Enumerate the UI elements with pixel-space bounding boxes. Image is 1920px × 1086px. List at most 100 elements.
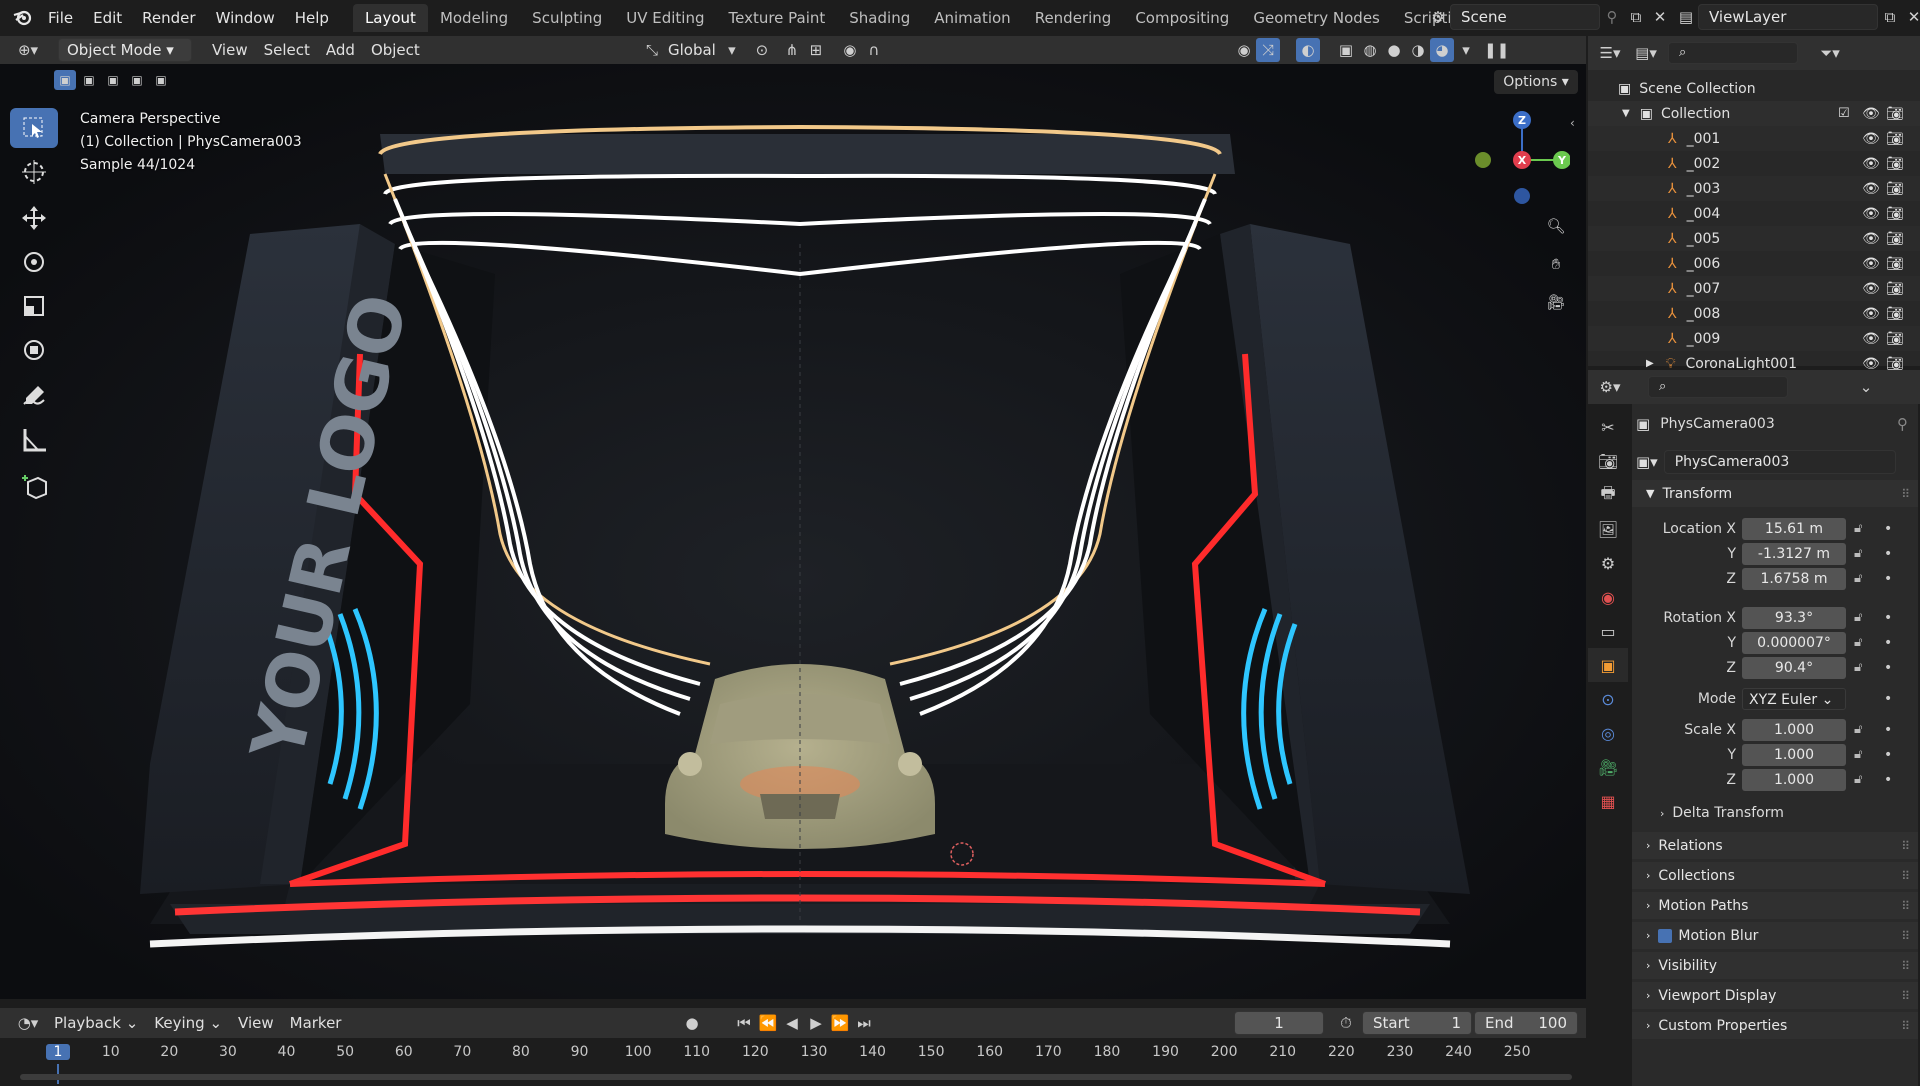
drag-handle-icon[interactable]: ⠿ [1901, 487, 1910, 501]
tab-texture-paint[interactable]: Texture Paint [716, 4, 837, 32]
overlay-toggle-icon[interactable]: ◐ [1296, 38, 1320, 62]
keyframe-dot-icon[interactable]: • [1884, 521, 1892, 537]
blender-logo-icon[interactable] [8, 6, 38, 30]
drag-handle-icon[interactable]: ⠿ [1901, 929, 1910, 943]
menu-view[interactable]: View [204, 41, 256, 59]
shading-wireframe-icon[interactable]: ◍ [1358, 38, 1382, 62]
pin-icon[interactable]: ⚲ [1600, 5, 1624, 29]
select-box-tool[interactable] [10, 108, 58, 148]
lock-icon[interactable]: 🔓︎ [1854, 772, 1862, 787]
outliner-item[interactable]: ⅄ _007 👁︎ 📷︎ [1588, 276, 1920, 301]
select-new-icon[interactable]: ▣ [54, 70, 76, 90]
frame-end-field[interactable]: End 100 [1474, 1011, 1578, 1035]
render-camera-icon[interactable]: 📷︎ [1886, 106, 1904, 122]
object-name-field[interactable]: PhysCamera003 [1663, 450, 1896, 474]
scale-z-field[interactable]: 1.000 [1742, 768, 1846, 791]
render-camera-icon[interactable]: 📷︎ [1886, 306, 1904, 322]
editor-type-icon[interactable]: ⊕▾ [10, 38, 46, 62]
prev-keyframe-icon[interactable]: ⏪ [756, 1011, 780, 1035]
options-dropdown[interactable]: Options ▾ [1494, 70, 1578, 94]
physics-tab-icon[interactable]: ◎ [1588, 716, 1628, 750]
drag-handle-icon[interactable]: ⠿ [1901, 869, 1910, 883]
pin-icon[interactable]: ⚲ [1897, 415, 1908, 433]
render-camera-icon[interactable]: 📷︎ [1886, 231, 1904, 247]
menu-file[interactable]: File [38, 0, 83, 36]
outliner-item[interactable]: ⅄ _001 👁︎ 📷︎ [1588, 126, 1920, 151]
visibility-eye-icon[interactable]: 👁︎ [1862, 231, 1880, 247]
timeline-ruler[interactable]: 1 10 20 30 40 50 60 70 80 90 100 110 120 130 140 150 160… [0, 1038, 1586, 1086]
render-camera-icon[interactable]: 📷︎ [1886, 156, 1904, 172]
outliner-item[interactable]: ⅄ _002 👁︎ 📷︎ [1588, 151, 1920, 176]
modifier-tab-icon[interactable]: ⊙ [1588, 682, 1628, 716]
delete-view-layer-icon[interactable]: ✕ [1902, 5, 1920, 29]
play-icon[interactable]: ▶ [804, 1011, 828, 1035]
auto-keying-icon[interactable]: ● [680, 1011, 704, 1035]
visibility-eye-icon[interactable]: 👁︎ [1862, 131, 1880, 147]
panel-collections[interactable]: › Collections ⠿ [1632, 862, 1918, 892]
annotate-tool[interactable] [10, 376, 58, 416]
new-view-layer-icon[interactable]: ⧉ [1878, 5, 1902, 29]
camera-data-tab-icon[interactable]: 🎥︎ [1588, 750, 1628, 784]
navigation-gizmo[interactable]: Z Y X [1470, 108, 1571, 208]
rotation-z-field[interactable]: 90.4° [1742, 656, 1846, 679]
chevron-down-icon[interactable]: ▾ [720, 38, 744, 62]
cursor-tool[interactable] [10, 152, 58, 192]
add-cube-tool[interactable] [10, 466, 58, 506]
menu-playback[interactable]: Playback ⌄ [46, 1014, 146, 1032]
lock-icon[interactable]: 🔓︎ [1854, 521, 1862, 536]
visibility-eye-icon[interactable]: 👁︎ [1862, 256, 1880, 272]
select-extend-icon[interactable]: ▣ [78, 70, 100, 90]
shading-material-icon[interactable]: ◑ [1406, 38, 1430, 62]
keyframe-dot-icon[interactable]: • [1884, 546, 1892, 562]
tab-layout[interactable]: Layout [352, 4, 428, 32]
outliner-collection[interactable]: ▼ ▣ Collection ☑ 👁︎ 📷︎ [1588, 101, 1920, 126]
menu-help[interactable]: Help [285, 0, 339, 36]
outliner-editor-icon[interactable]: ☰▾ [1598, 41, 1622, 65]
menu-object[interactable]: Object [363, 41, 428, 59]
scene-tab-icon[interactable]: ⚙ [1588, 546, 1628, 580]
collection-tab-icon[interactable]: ▭ [1588, 614, 1628, 648]
world-tab-icon[interactable]: ◉ [1588, 580, 1628, 614]
render-camera-icon[interactable]: 📷︎ [1886, 181, 1904, 197]
outliner-item[interactable]: ⅄ _006 👁︎ 📷︎ [1588, 251, 1920, 276]
shading-solid-icon[interactable]: ● [1382, 38, 1406, 62]
menu-marker[interactable]: Marker [282, 1014, 350, 1032]
lock-icon[interactable]: 🔓︎ [1854, 635, 1862, 650]
keyframe-dot-icon[interactable]: • [1884, 772, 1892, 788]
menu-keying[interactable]: Keying ⌄ [146, 1014, 230, 1032]
expand-arrow-icon[interactable]: ▼ [1622, 108, 1630, 119]
texture-tab-icon[interactable]: ▦ [1588, 784, 1628, 818]
outliner-item[interactable]: ⅄ _005 👁︎ 📷︎ [1588, 226, 1920, 251]
panel-viewport-display[interactable]: › Viewport Display ⠿ [1632, 982, 1918, 1012]
xray-icon[interactable]: ▣ [1334, 38, 1358, 62]
measure-tool[interactable] [10, 420, 58, 460]
render-camera-icon[interactable]: 📷︎ [1886, 331, 1904, 347]
menu-edit[interactable]: Edit [83, 0, 132, 36]
panel-custom-properties[interactable]: › Custom Properties ⠿ [1632, 1012, 1918, 1042]
drag-handle-icon[interactable]: ⠿ [1901, 899, 1910, 913]
keyframe-dot-icon[interactable]: • [1884, 610, 1892, 626]
scene-field[interactable]: Scene [1450, 4, 1600, 30]
visibility-eye-icon[interactable]: 👁︎ [1862, 306, 1880, 322]
stopwatch-icon[interactable]: ⏱ [1334, 1011, 1358, 1035]
panel-motion-paths[interactable]: › Motion Paths ⠿ [1632, 892, 1918, 922]
3d-viewport[interactable]: YOUR LOGO ▣ ▣ ▣ ▣ ▣ Options ▾ Z Y X ‹ 🔍︎ [0, 64, 1586, 999]
keyframe-dot-icon[interactable]: • [1884, 747, 1892, 763]
tool-tab-icon[interactable]: ✂ [1588, 410, 1628, 444]
tab-compositing[interactable]: Compositing [1123, 4, 1241, 32]
panel-motion-blur[interactable]: › Motion Blur ⠿ [1632, 922, 1918, 952]
tab-geometry-nodes[interactable]: Geometry Nodes [1241, 4, 1392, 32]
current-frame-field[interactable]: 1 [1234, 1011, 1324, 1035]
lock-icon[interactable]: 🔓︎ [1854, 747, 1862, 762]
outliner-item[interactable]: ⅄ _009 👁︎ 📷︎ [1588, 326, 1920, 351]
scale-x-field[interactable]: 1.000 [1742, 718, 1846, 741]
pan-hand-icon[interactable]: ✋︎ [1544, 252, 1568, 276]
output-tab-icon[interactable]: 🖶︎ [1588, 478, 1628, 512]
keyframe-dot-icon[interactable]: • [1884, 660, 1892, 676]
properties-editor-icon[interactable]: ⚙▾ [1598, 375, 1622, 399]
play-reverse-icon[interactable]: ◀ [780, 1011, 804, 1035]
timeline-scrollbar[interactable] [20, 1074, 1572, 1080]
object-tab-icon[interactable]: ▣ [1588, 648, 1628, 682]
outliner-scene-collection[interactable]: ▣ Scene Collection [1588, 76, 1920, 101]
view-layer-tab-icon[interactable]: 🖼︎ [1588, 512, 1628, 546]
